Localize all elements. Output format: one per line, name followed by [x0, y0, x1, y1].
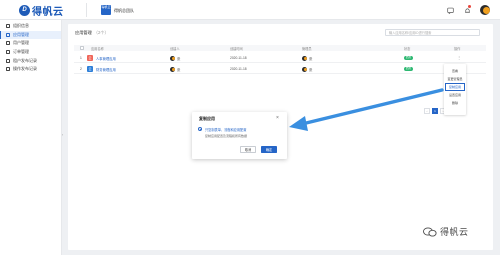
order-icon: [6, 50, 10, 55]
created-date: 2020-11-18: [230, 67, 247, 71]
column-header-actions: 操作: [454, 47, 461, 52]
column-header-status[interactable]: 状态: [404, 46, 410, 51]
operation-icon: [6, 67, 10, 72]
creator-avatar: [170, 66, 175, 72]
admin-name: 张: [309, 57, 313, 61]
table-header: 应用名称 创建人 创建时间 管理员 状态 操作: [74, 45, 486, 51]
org-icon: [6, 24, 10, 29]
status-badge: 启用: [404, 66, 413, 72]
brand-logo-icon: D: [19, 4, 30, 16]
app-icon: 云: [87, 66, 93, 72]
watermark: 得帆云: [423, 225, 469, 238]
sidebar: 组织信息 应用管理 用户管理 订单管理 租户发布记录 操作发布记录: [0, 20, 62, 255]
watermark-text: 得帆云: [440, 227, 469, 237]
sidebar-item-label: 应用管理: [13, 31, 29, 37]
prev-page-button[interactable]: ‹: [424, 108, 430, 114]
pagination: ‹ 1 ›: [424, 108, 446, 114]
org-name[interactable]: 得帆总团队: [114, 8, 134, 14]
sidebar-item-tenant-release[interactable]: 租户发布记录: [0, 56, 61, 65]
user-avatar[interactable]: [480, 5, 490, 15]
page-title: 应用管理 （2个）: [75, 30, 109, 36]
more-actions-button[interactable]: ⋮: [457, 55, 461, 60]
search-input[interactable]: [389, 30, 479, 35]
copy-option-radio[interactable]: [198, 127, 202, 131]
column-header-name[interactable]: 应用名称: [91, 46, 104, 51]
app-count: （2个）: [93, 30, 109, 35]
confirm-button[interactable]: 确定: [261, 146, 277, 153]
sidebar-item-label: 租户发布记录: [13, 57, 37, 63]
table-row[interactable]: 2 云 财务管理应用 张 2020-11-18 张 启用 ⋮: [74, 64, 486, 74]
sidebar-item-label: 组织信息: [13, 23, 29, 29]
sidebar-collapse-handle[interactable]: ‹: [61, 129, 64, 139]
app-badge: 得帆云: [101, 5, 111, 15]
sidebar-item-order-management[interactable]: 订单管理: [0, 48, 61, 57]
sidebar-item-label: 订单管理: [13, 49, 29, 55]
sidebar-item-label: 用户管理: [13, 40, 29, 46]
creator-name: 张: [177, 57, 181, 61]
menu-item-view[interactable]: 查看: [444, 67, 466, 75]
copy-option-label[interactable]: 只复制表单、流程和应用配置: [205, 127, 246, 132]
copy-app-dialog: 复制应用 × 只复制表单、流程和应用配置 复制应用配置及流程和所有数据 取消 确…: [192, 112, 287, 159]
page-title-text: 应用管理: [75, 30, 92, 35]
menu-item-app-settings[interactable]: 设置应用: [444, 91, 466, 99]
admin-avatar: [302, 55, 307, 61]
close-icon[interactable]: ×: [276, 115, 279, 121]
sidebar-item-app-management[interactable]: 应用管理: [0, 30, 61, 40]
table-row[interactable]: 1 云 人事管理应用 张 2020-11-18 张 启用 ⋮: [74, 53, 486, 63]
creator-avatar: [170, 55, 175, 61]
admin-avatar: [302, 66, 307, 72]
menu-item-change-admin[interactable]: 变更管理员: [444, 75, 466, 83]
status-badge: 启用: [404, 55, 413, 61]
bell-icon[interactable]: [463, 5, 471, 14]
notification-dot: [468, 5, 471, 8]
search-box[interactable]: [385, 29, 480, 36]
page-button[interactable]: 1: [432, 108, 438, 114]
admin-name: 张: [309, 68, 313, 72]
menu-item-copy-app[interactable]: 复制应用: [445, 83, 465, 91]
row-index: 2: [80, 67, 82, 71]
app-name[interactable]: 人事管理应用: [96, 56, 116, 61]
user-icon: [6, 41, 10, 46]
created-date: 2020-11-18: [230, 56, 247, 60]
column-header-admin[interactable]: 管理员: [302, 46, 312, 51]
row-actions-dropdown: 查看 变更管理员 复制应用 设置应用 删除: [444, 64, 466, 115]
sidebar-item-org-info[interactable]: 组织信息: [0, 22, 61, 31]
select-all-checkbox[interactable]: [80, 46, 84, 50]
app-grid-icon: [6, 32, 10, 37]
column-header-created[interactable]: 创建时间: [230, 46, 243, 51]
sidebar-item-operation-release[interactable]: 操作发布记录: [0, 65, 61, 74]
top-bar: D 得帆云 得帆云 得帆总团队: [0, 0, 500, 20]
sidebar-item-label: 操作发布记录: [13, 66, 37, 72]
brand-name: 得帆云: [32, 6, 64, 18]
help-icon[interactable]: [446, 6, 454, 14]
release-icon: [6, 58, 10, 63]
copy-option-description: 复制应用配置及流程和所有数据: [205, 134, 248, 138]
sidebar-item-user-management[interactable]: 用户管理: [0, 39, 61, 48]
wechat-icon: [423, 226, 437, 237]
header-divider: [86, 3, 87, 17]
row-index: 1: [80, 56, 82, 60]
menu-item-delete[interactable]: 删除: [444, 99, 466, 107]
brand-logo[interactable]: D 得帆云: [19, 4, 64, 18]
cancel-button[interactable]: 取消: [240, 146, 256, 153]
app-icon: 云: [87, 55, 93, 61]
dialog-title: 复制应用: [199, 116, 215, 121]
app-name[interactable]: 财务管理应用: [96, 67, 116, 72]
column-header-creator[interactable]: 创建人: [170, 46, 180, 51]
creator-name: 张: [177, 68, 181, 72]
